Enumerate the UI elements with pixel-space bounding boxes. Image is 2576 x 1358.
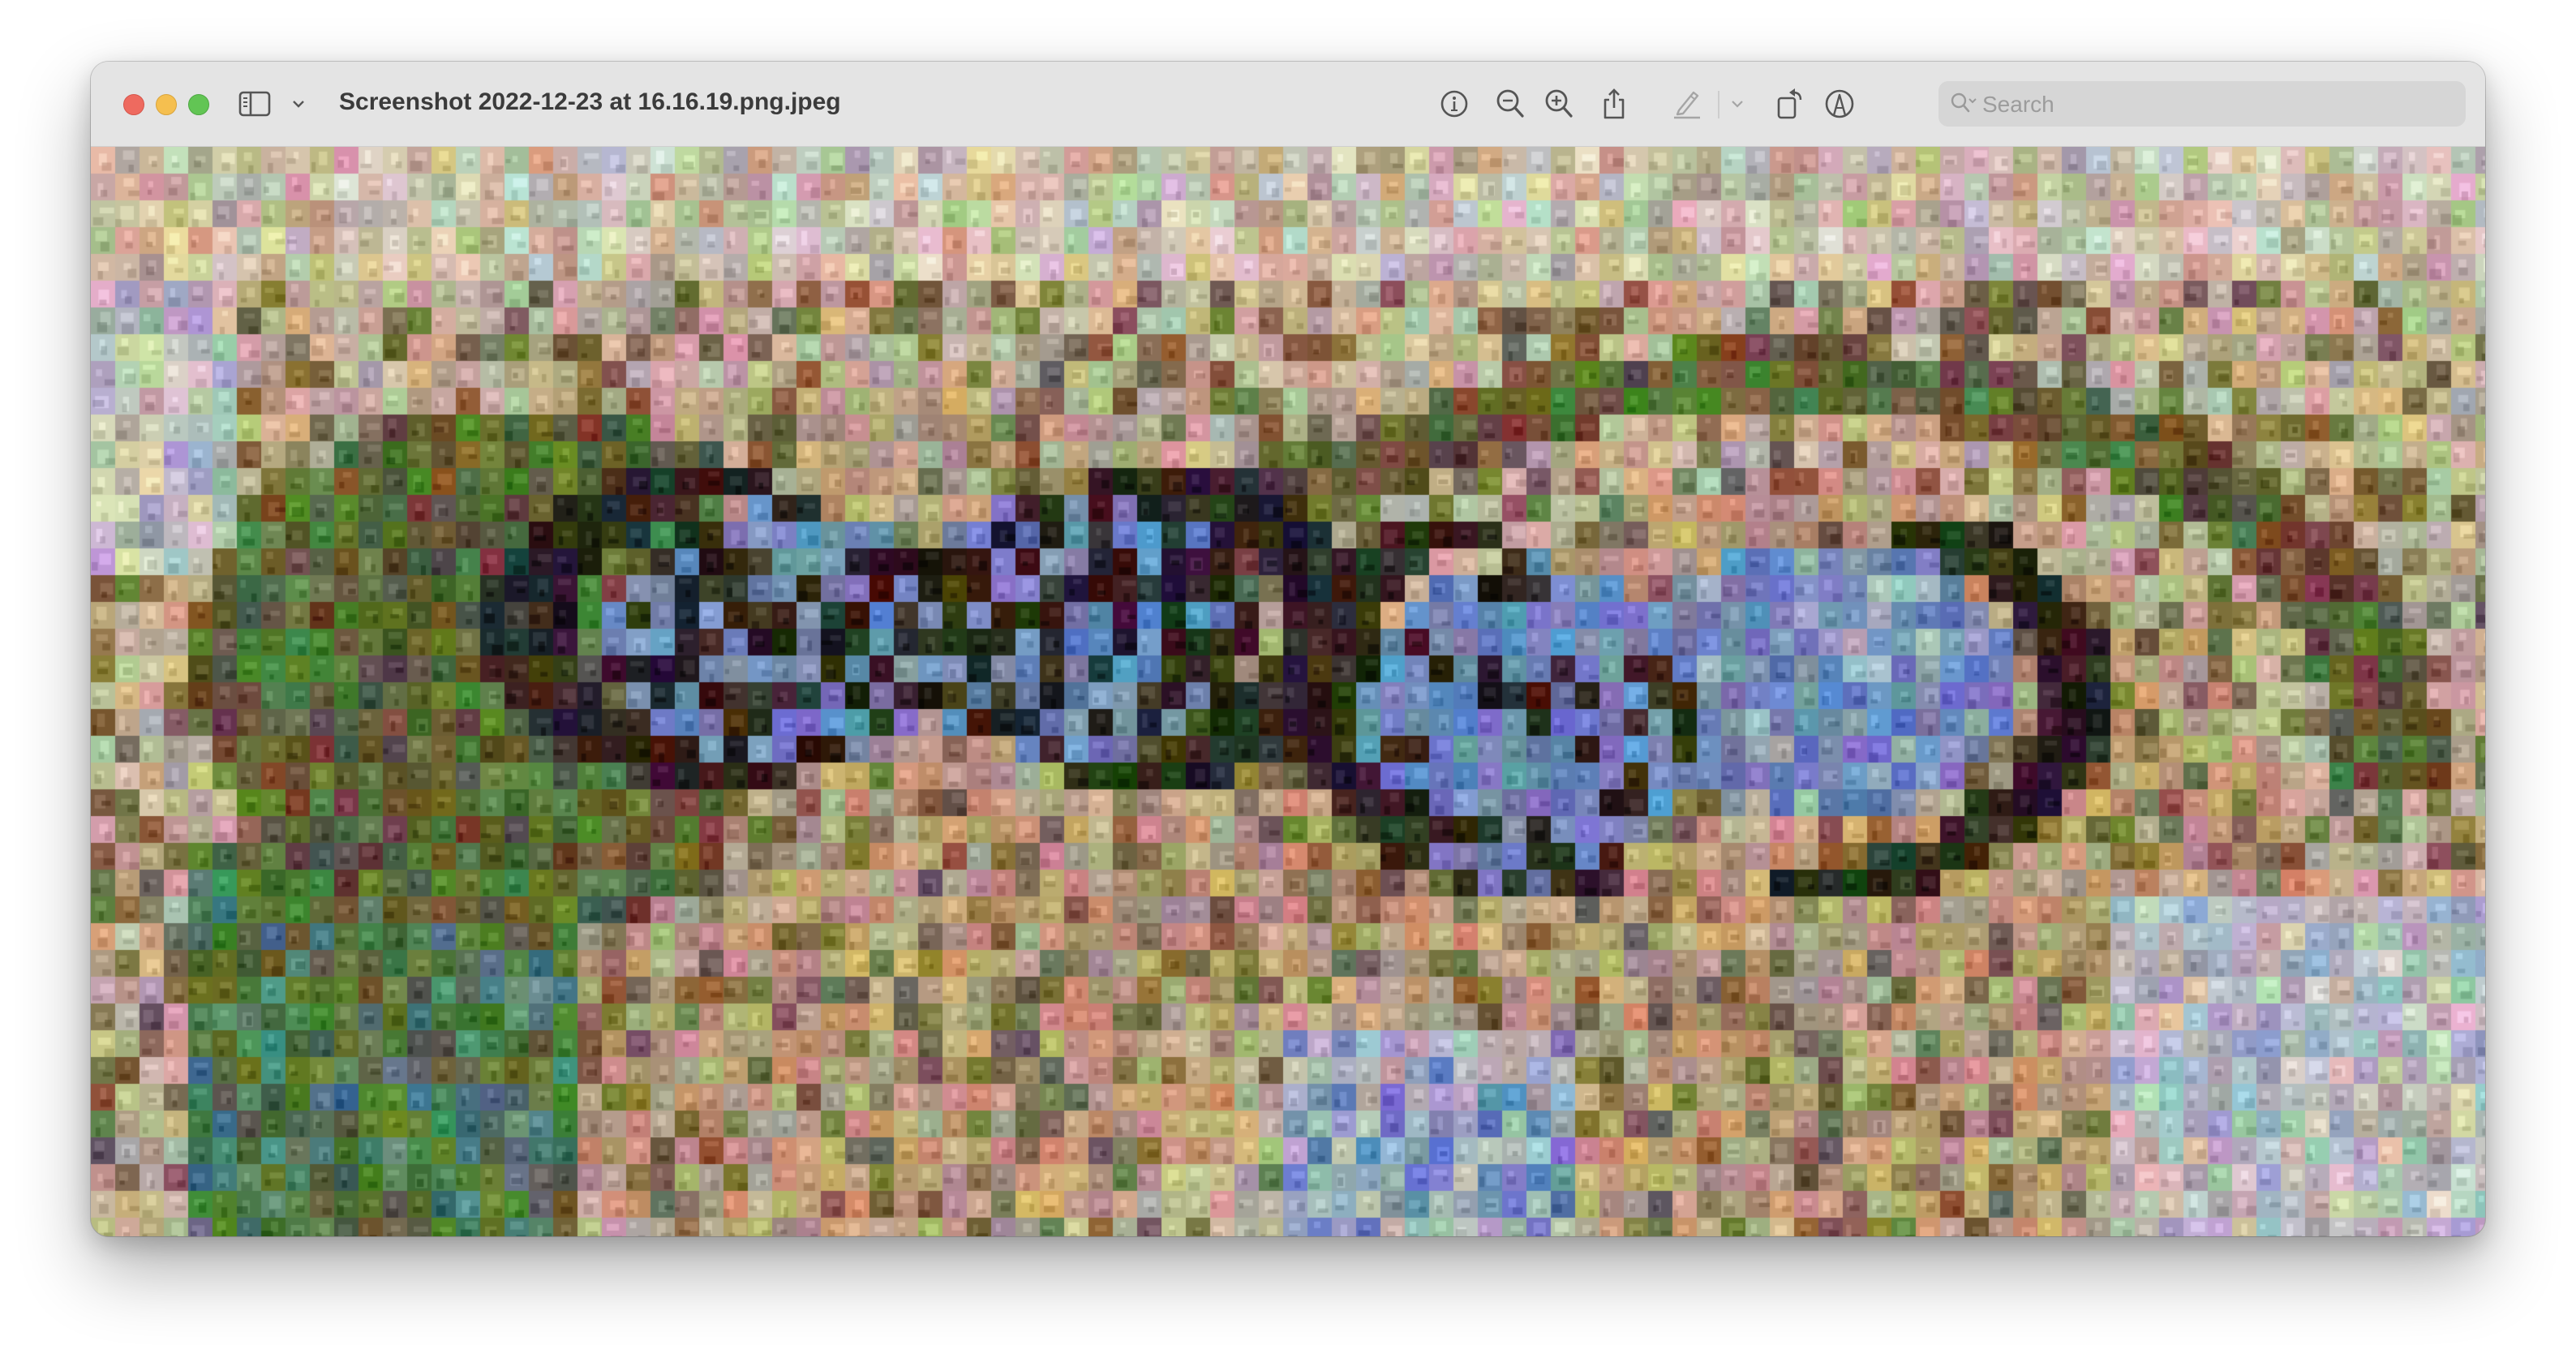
- zoom-button[interactable]: [188, 94, 209, 115]
- markup-icon: [1825, 89, 1854, 118]
- search-icon: [1951, 92, 1977, 113]
- share-button[interactable]: [1593, 83, 1635, 125]
- image-viewer[interactable]: [91, 147, 2485, 1236]
- search-field[interactable]: [1938, 81, 2466, 128]
- chevron-down-icon: [293, 101, 304, 108]
- pencil-icon: [1674, 91, 1700, 119]
- zoom-out-icon: [1496, 89, 1524, 118]
- toolbar-separator: [1718, 91, 1719, 118]
- info-button[interactable]: [1433, 83, 1475, 125]
- rotate-button[interactable]: [1769, 83, 1811, 125]
- share-icon: [1604, 88, 1625, 119]
- highlight-menu-button[interactable]: [1726, 83, 1749, 125]
- sidebar-toggle-button[interactable]: [234, 83, 276, 125]
- preview-window: Screenshot 2022-12-23 at 16.16.19.png.jp…: [91, 62, 2485, 1236]
- markup-button[interactable]: [1818, 83, 1861, 125]
- search-input[interactable]: [1981, 81, 2454, 128]
- highlight-button[interactable]: [1666, 83, 1708, 125]
- toolbar: Screenshot 2022-12-23 at 16.16.19.png.jp…: [91, 62, 2485, 147]
- zoom-out-button[interactable]: [1489, 83, 1531, 125]
- sidebar-icon: [238, 91, 271, 117]
- close-button[interactable]: [123, 94, 144, 115]
- minimize-button[interactable]: [156, 94, 177, 115]
- window-title: Screenshot 2022-12-23 at 16.16.19.png.jp…: [339, 88, 841, 115]
- mosaic-image: [91, 147, 2485, 1236]
- zoom-in-icon: [1545, 89, 1573, 118]
- rotate-icon: [1777, 88, 1802, 119]
- zoom-in-button[interactable]: [1538, 83, 1580, 125]
- sidebar-menu-button[interactable]: [287, 83, 310, 125]
- chevron-down-icon: [1732, 101, 1743, 108]
- info-icon: [1440, 90, 1468, 118]
